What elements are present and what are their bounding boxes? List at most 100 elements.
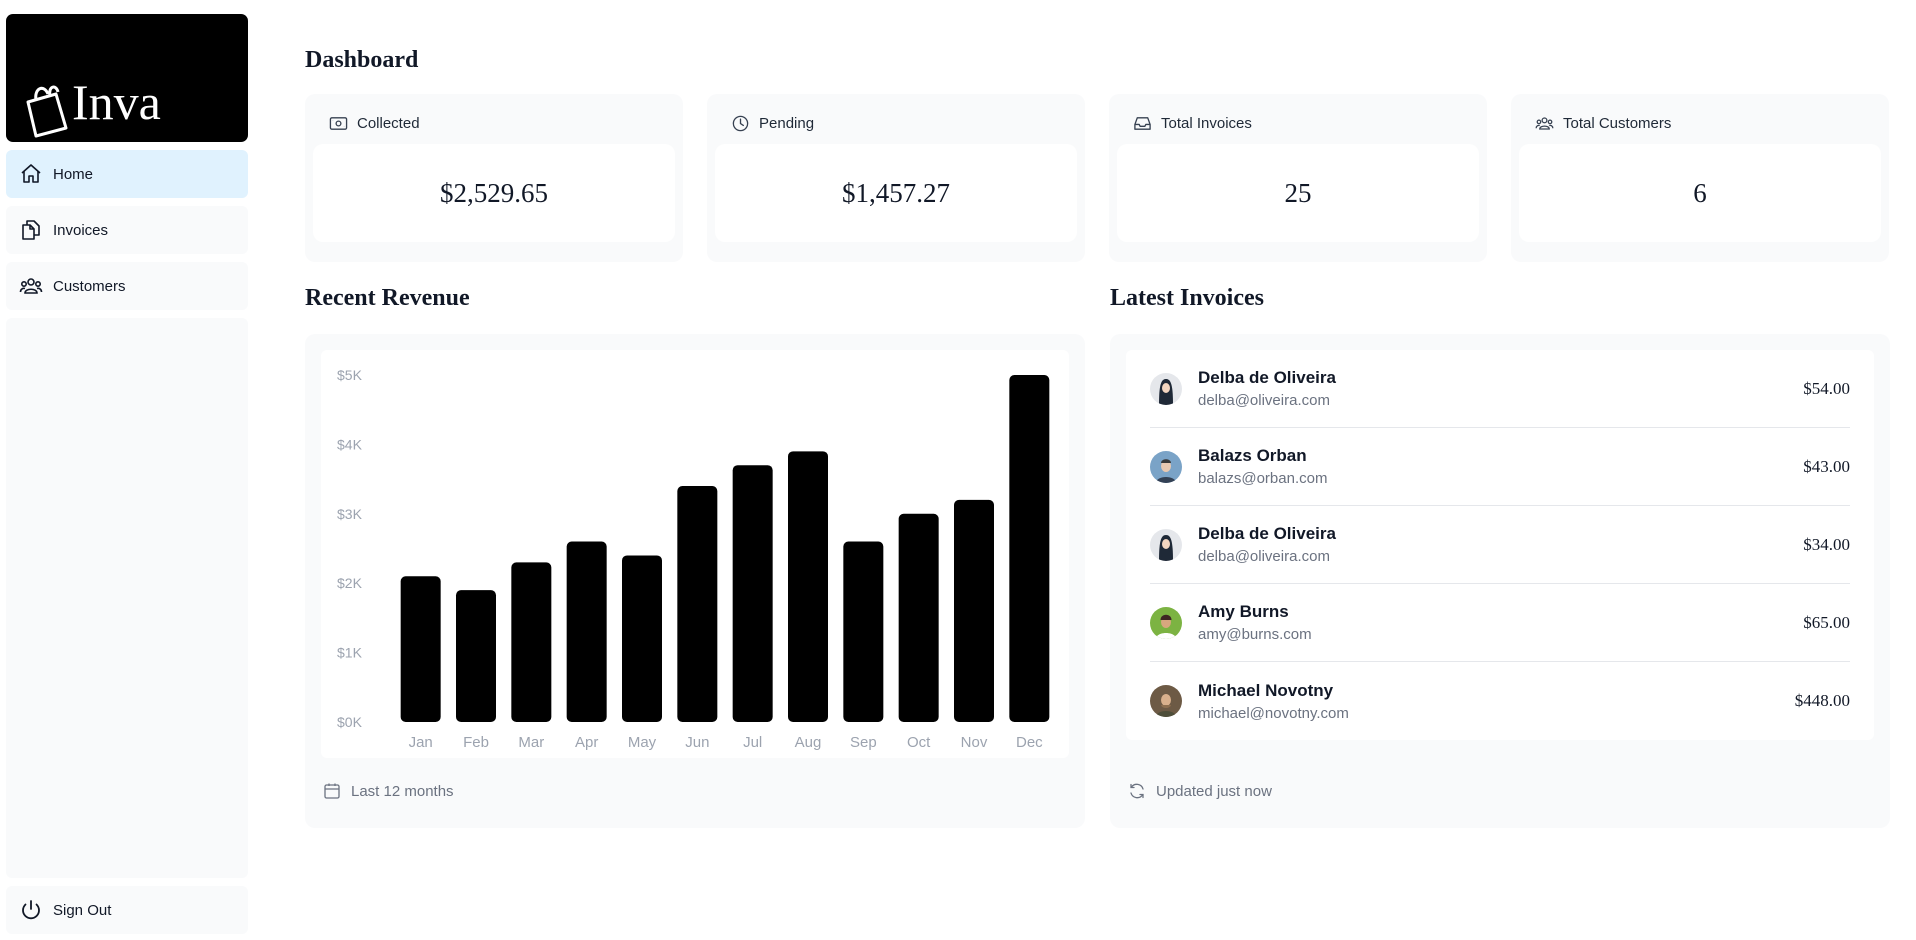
summary-cards: Collected $2,529.65 Pending $1,457.27 To…	[305, 94, 1889, 262]
sign-out-button[interactable]: Sign Out	[6, 886, 248, 934]
invoice-row[interactable]: Delba de Oliveira delba@oliveira.com $54…	[1150, 350, 1850, 428]
users-icon	[19, 278, 43, 294]
invoice-amount: $43.00	[1803, 456, 1850, 476]
latest-invoices-title: Latest Invoices	[1110, 285, 1264, 311]
invoice-amount: $54.00	[1803, 378, 1850, 398]
users-icon	[1535, 116, 1554, 130]
card-value: $2,529.65	[313, 144, 675, 242]
y-tick-label: $1K	[337, 645, 363, 661]
invoices-panel: Delba de Oliveira delba@oliveira.com $54…	[1110, 334, 1890, 828]
sidebar-item-label: Invoices	[53, 221, 109, 239]
sidebar: Inva Home Invoices Customers Sign Out	[6, 14, 248, 934]
bar-jul[interactable]	[732, 465, 773, 722]
invoice-customer: Delba de Oliveira delba@oliveira.com	[1198, 524, 1803, 565]
customer-name: Delba de Oliveira	[1198, 368, 1336, 387]
customer-name: Amy Burns	[1198, 602, 1289, 621]
bar-jun[interactable]	[677, 486, 718, 722]
invoice-customer: Amy Burns amy@burns.com	[1198, 602, 1803, 643]
invoice-list: Delba de Oliveira delba@oliveira.com $54…	[1126, 350, 1874, 740]
x-tick-label: Dec	[1016, 734, 1043, 751]
customer-name: Michael Novotny	[1198, 680, 1334, 700]
bar-mar[interactable]	[511, 562, 552, 722]
customer-name: Delba de Oliveira	[1198, 524, 1336, 543]
bar-dec[interactable]	[1009, 375, 1050, 722]
bar-sep[interactable]	[843, 541, 884, 722]
bar-aug[interactable]	[788, 451, 828, 722]
card-total-invoices: Total Invoices 25	[1109, 94, 1487, 262]
card-header: Collected	[313, 102, 675, 144]
x-tick-label: May	[628, 734, 657, 751]
y-tick-label: $0K	[337, 714, 363, 730]
customer-email: balazs@orban.com	[1198, 470, 1328, 487]
invoice-row[interactable]: Balazs Orban balazs@orban.com $43.00	[1150, 428, 1850, 506]
x-tick-label: Jun	[685, 734, 709, 751]
x-tick-label: Nov	[961, 734, 988, 751]
home-icon	[21, 164, 41, 183]
card-label: Pending	[759, 114, 815, 132]
page-title: Dashboard	[305, 47, 419, 73]
card-header: Pending	[715, 102, 1077, 144]
revenue-panel: $0K $1K $2K $3K $4K $5K Jan Feb Mar Apr May Jun Jul A…	[305, 334, 1085, 828]
x-tick-label: Mar	[518, 734, 544, 751]
card-value: $1,457.27	[715, 144, 1077, 242]
sidebar-item-invoices[interactable]: Invoices	[6, 206, 248, 254]
revenue-chart-svg: $0K $1K $2K $3K $4K $5K Jan Feb Mar Apr May Jun Jul A…	[337, 367, 1050, 751]
recent-revenue-title: Recent Revenue	[305, 285, 470, 311]
card-header: Total Invoices	[1117, 102, 1479, 144]
revenue-footer: Last 12 months	[323, 782, 454, 800]
customer-email: michael@novotny.com	[1198, 704, 1349, 722]
logo[interactable]: Inva	[6, 14, 248, 142]
documents-icon	[22, 220, 40, 240]
banknote-icon	[329, 116, 348, 130]
customer-name: Balazs Orban	[1198, 446, 1307, 465]
bar-nov[interactable]	[954, 499, 994, 722]
x-tick-label: Jul	[743, 734, 762, 751]
card-label: Collected	[357, 114, 420, 132]
x-tick-label: Aug	[795, 734, 822, 751]
invoice-row[interactable]: Michael Novotny michael@novotny.com $448…	[1150, 662, 1850, 740]
card-collected: Collected $2,529.65	[305, 94, 683, 262]
invoice-amount: $448.00	[1794, 691, 1850, 710]
bar-feb[interactable]	[456, 590, 496, 722]
card-label: Total Invoices	[1161, 114, 1252, 132]
y-tick-label: $2K	[337, 575, 363, 591]
customer-email: amy@burns.com	[1198, 626, 1312, 643]
sidebar-item-label: Home	[53, 165, 94, 183]
x-tick-label: Sep	[850, 734, 877, 751]
bar-apr[interactable]	[566, 541, 607, 722]
customer-email: delba@oliveira.com	[1198, 548, 1330, 565]
revenue-chart: $0K $1K $2K $3K $4K $5K Jan Feb Mar Apr May Jun Jul A…	[321, 350, 1069, 758]
bar-may[interactable]	[622, 555, 662, 722]
refresh-icon	[1130, 783, 1144, 799]
customer-email: delba@oliveira.com	[1198, 392, 1330, 409]
invoice-row[interactable]: Delba de Oliveira delba@oliveira.com $34…	[1150, 506, 1850, 584]
y-tick-label: $3K	[337, 506, 363, 522]
y-tick-label: $4K	[337, 436, 363, 452]
card-label: Total Customers	[1563, 114, 1672, 132]
inbox-icon	[1134, 116, 1151, 130]
invoice-amount: $65.00	[1803, 612, 1850, 632]
avatar	[1150, 528, 1182, 561]
invoice-row[interactable]: Amy Burns amy@burns.com $65.00	[1150, 584, 1850, 662]
sidebar-item-home[interactable]: Home	[6, 150, 248, 198]
invoices-footer-label: Updated just now	[1156, 782, 1272, 800]
sidebar-item-customers[interactable]: Customers	[6, 262, 248, 310]
x-tick-label: Feb	[463, 734, 489, 751]
bar-jan[interactable]	[400, 576, 441, 722]
sign-out-label: Sign Out	[53, 901, 112, 919]
avatar	[1150, 685, 1182, 717]
shopping-bag-icon	[26, 85, 68, 138]
invoice-customer: Balazs Orban balazs@orban.com	[1198, 446, 1803, 487]
revenue-footer-label: Last 12 months	[351, 782, 454, 800]
bar-oct[interactable]	[898, 513, 939, 722]
card-total-customers: Total Customers 6	[1511, 94, 1889, 262]
card-value: 25	[1117, 144, 1479, 242]
avatar	[1150, 606, 1182, 639]
avatar	[1150, 372, 1182, 405]
x-tick-label: Jan	[409, 734, 433, 751]
calendar-icon	[324, 783, 340, 799]
avatar	[1150, 450, 1182, 483]
invoice-customer: Delba de Oliveira delba@oliveira.com	[1198, 368, 1803, 409]
card-header: Total Customers	[1519, 102, 1881, 144]
brand-name: Inva	[72, 74, 161, 130]
